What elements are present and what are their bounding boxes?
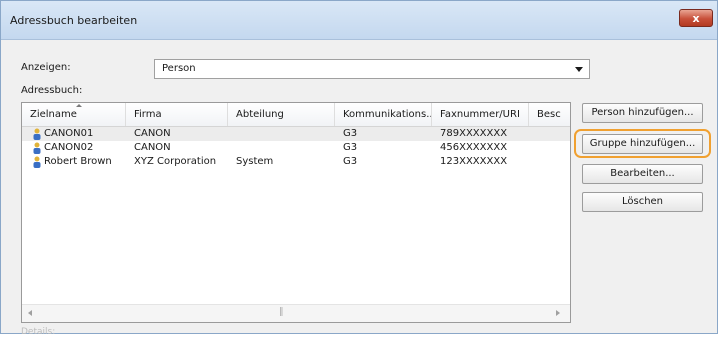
details-label: Details: [21,327,56,337]
column-header-description[interactable]: Besc [529,103,570,126]
addressbook-label: Adressbuch: [21,85,83,96]
address-book-dialog: Adressbuch bearbeiten x Anzeigen: Person… [0,0,718,337]
cell-communication: G3 [343,128,358,139]
table-row[interactable]: CANON01 CANON G3 789XXXXXXX [22,127,570,141]
table-row[interactable]: Robert Brown XYZ Corporation System G3 1… [22,155,570,169]
scroll-grip-icon[interactable]: ‖ [279,307,284,317]
close-button[interactable]: x [679,9,713,27]
chevron-down-icon [575,67,583,72]
cell-communication: G3 [343,156,358,167]
table-row[interactable]: CANON02 CANON G3 456XXXXXXX [22,141,570,155]
cell-communication: G3 [343,142,358,153]
title-bar: Adressbuch bearbeiten x [1,1,717,40]
delete-button[interactable]: Löschen [582,192,703,212]
cell-fax: 789XXXXXXX [440,128,508,139]
sort-ascending-icon [76,104,82,107]
cell-company: XYZ Corporation [134,156,217,167]
edit-button[interactable]: Bearbeiten... [582,164,703,184]
view-dropdown-value: Person [162,63,196,74]
column-header-company[interactable]: Firma [126,103,228,126]
person-icon [33,128,41,140]
cell-fax: 456XXXXXXX [440,142,508,153]
scroll-left-icon[interactable] [28,310,32,316]
cell-name: Robert Brown [44,156,112,167]
column-header-name[interactable]: Zielname [22,103,126,126]
view-dropdown[interactable]: Person [154,59,590,79]
window-title: Adressbuch bearbeiten [10,14,138,27]
view-label: Anzeigen: [21,62,71,73]
cell-name: CANON01 [44,128,94,139]
cell-department: System [236,156,274,167]
person-icon [33,156,41,168]
list-header: Zielname Firma Abteilung Kommunikations.… [22,103,570,127]
horizontal-scrollbar[interactable]: ‖ [22,304,570,322]
cell-company: CANON [134,142,171,153]
column-header-communication[interactable]: Kommunikations... [335,103,432,126]
cell-name: CANON02 [44,142,94,153]
cell-company: CANON [134,128,171,139]
add-person-button[interactable]: Person hinzufügen... [582,103,703,123]
column-header-fax[interactable]: Faxnummer/URI [432,103,529,126]
cell-fax: 123XXXXXXX [440,156,508,167]
column-header-department[interactable]: Abteilung [228,103,335,126]
scroll-right-icon[interactable] [556,310,560,316]
addressbook-list[interactable]: Zielname Firma Abteilung Kommunikations.… [21,102,571,323]
add-group-button[interactable]: Gruppe hinzufügen... [582,134,703,154]
person-icon [33,142,41,154]
